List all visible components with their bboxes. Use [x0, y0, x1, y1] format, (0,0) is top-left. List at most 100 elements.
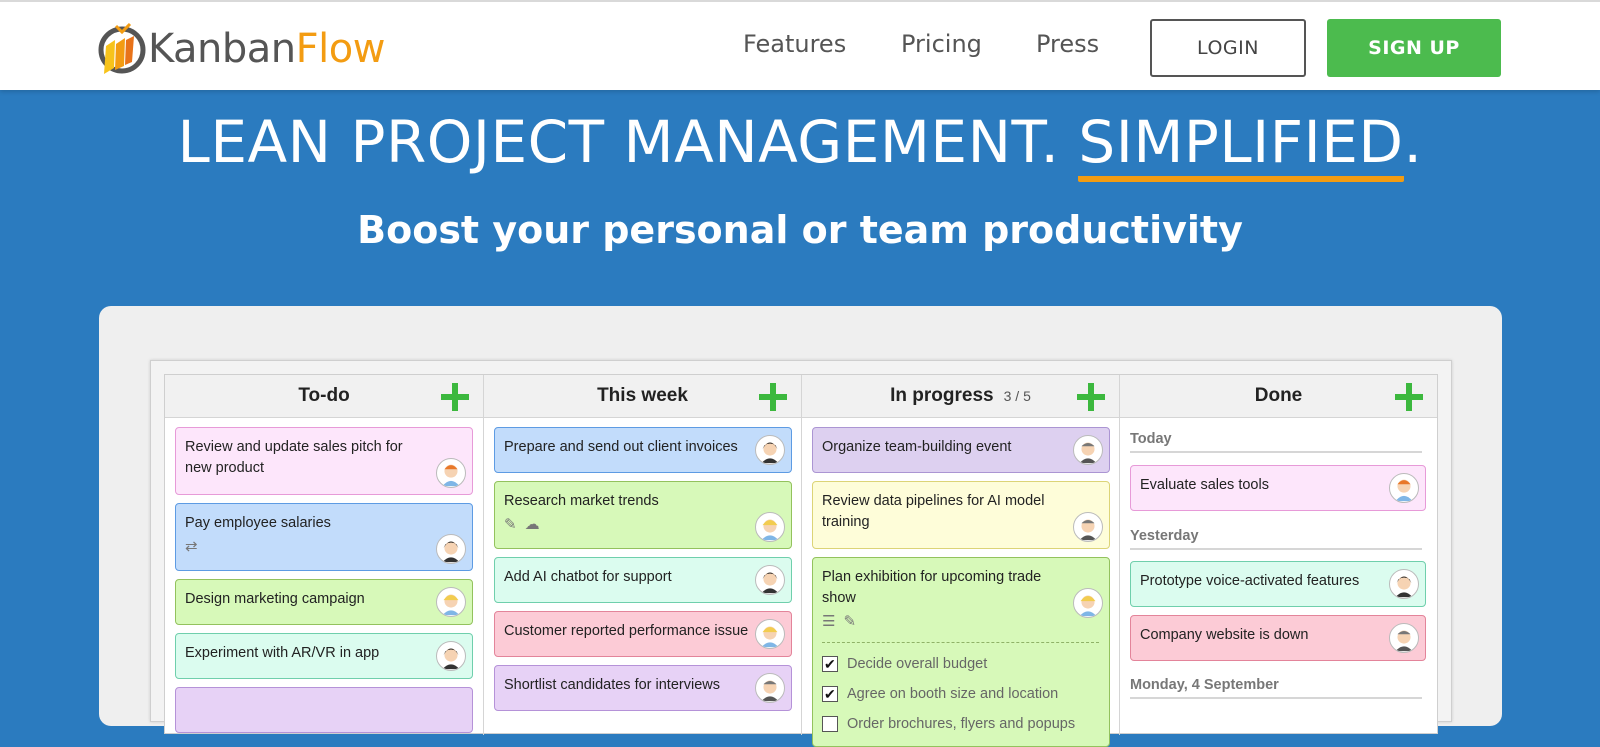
task-card[interactable]: Review and update sales pitch for new pr… — [175, 427, 473, 495]
avatar-icon — [1389, 623, 1419, 653]
task-card-partial[interactable] — [175, 687, 473, 733]
task-card-text: Research market trends — [504, 493, 659, 509]
task-card[interactable]: Company website is down — [1130, 615, 1426, 661]
task-card-text: Prepare and send out client invoices — [504, 439, 738, 455]
subtask-list: Decide overall budget Agree on booth siz… — [822, 642, 1099, 739]
attachment-icon: ✎ — [504, 516, 517, 533]
column-done: Done Today Evaluate sales tools Yesterda… — [1119, 375, 1437, 735]
task-card[interactable]: Pay employee salaries ⇄ — [175, 503, 473, 571]
date-group-label: Yesterday — [1130, 528, 1422, 550]
avatar-icon — [1389, 473, 1419, 503]
subtask-item[interactable]: Agree on booth size and location — [822, 679, 1099, 709]
repeat-icon: ⇄ — [185, 538, 198, 555]
avatar-icon — [436, 641, 466, 671]
column-title: To-do — [298, 385, 350, 406]
subtask-label: Order brochures, flyers and popups — [847, 715, 1076, 732]
subtask-checkbox[interactable] — [822, 684, 838, 705]
signup-button[interactable]: SIGN UP — [1327, 19, 1501, 77]
subtask-item[interactable]: Order brochures, flyers and popups — [822, 709, 1099, 739]
subtask-label: Agree on booth size and location — [847, 685, 1059, 702]
avatar-icon — [436, 458, 466, 488]
avatar-icon — [1389, 569, 1419, 599]
date-group-label: Monday, 4 September — [1130, 677, 1422, 699]
hero-title-period: . — [1403, 108, 1423, 176]
login-button[interactable]: LOGIN — [1150, 19, 1306, 77]
task-card[interactable]: Customer reported performance issue — [494, 611, 792, 657]
task-card[interactable]: Shortlist candidates for interviews — [494, 665, 792, 711]
task-card[interactable]: Research market trends ✎ ☁ — [494, 481, 792, 549]
avatar-icon — [755, 619, 785, 649]
kanbanflow-logo[interactable]: KanbanFlow — [98, 16, 385, 78]
top-navigation-bar: KanbanFlow Features Pricing Press LOGIN … — [0, 0, 1600, 90]
task-card-text: Design marketing campaign — [185, 591, 365, 607]
logo-mark-icon — [98, 22, 146, 74]
column-title: This week — [597, 385, 688, 406]
avatar-icon — [436, 534, 466, 564]
task-icons: ✎ ☁ — [504, 514, 751, 535]
date-group-label: Today — [1130, 431, 1422, 453]
column-in-progress: In progress 3 / 5 Organize team-building… — [801, 375, 1119, 747]
avatar-icon — [1073, 588, 1103, 618]
task-card-text: Pay employee salaries — [185, 515, 331, 531]
subtask-checkbox[interactable] — [822, 716, 838, 732]
task-card-text: Experiment with AR/VR in app — [185, 645, 380, 661]
task-card-text: Review and update sales pitch for new pr… — [185, 439, 403, 476]
task-card-text: Evaluate sales tools — [1140, 477, 1269, 493]
avatar-icon — [755, 512, 785, 542]
column-todo: To-do Review and update sales pitch for … — [165, 375, 483, 735]
avatar-icon — [1073, 435, 1103, 465]
task-card-text: Plan exhibition for upcoming trade show — [822, 569, 1042, 606]
add-task-icon[interactable] — [759, 383, 787, 411]
nav-press-link[interactable]: Press — [1036, 30, 1099, 58]
task-card[interactable]: Add AI chatbot for support — [494, 557, 792, 603]
kanban-board-frame: To-do Review and update sales pitch for … — [150, 360, 1452, 747]
subtask-item[interactable]: Decide overall budget — [822, 649, 1099, 679]
task-card[interactable]: Review data pipelines for AI model train… — [812, 481, 1110, 549]
attachment-icon: ✎ — [843, 613, 857, 630]
task-card[interactable]: Prototype voice-activated features — [1130, 561, 1426, 607]
task-icons: ☰ ✎ — [822, 611, 1069, 632]
logo-wordmark: KanbanFlow — [148, 26, 385, 72]
column-title: In progress — [890, 385, 994, 406]
task-card[interactable]: Evaluate sales tools — [1130, 465, 1426, 511]
task-card-with-subtasks[interactable]: Plan exhibition for upcoming trade show … — [812, 557, 1110, 747]
task-card-text: Company website is down — [1140, 627, 1309, 643]
avatar-icon — [755, 673, 785, 703]
nav-pricing-link[interactable]: Pricing — [901, 30, 982, 58]
task-card-text: Customer reported performance issue — [504, 623, 749, 639]
subtask-checkbox[interactable] — [822, 654, 838, 675]
task-card[interactable]: Design marketing campaign — [175, 579, 473, 625]
avatar-icon — [436, 587, 466, 617]
wip-limit: 3 / 5 — [1003, 388, 1031, 404]
kanban-board: To-do Review and update sales pitch for … — [164, 374, 1438, 747]
task-card-text: Shortlist candidates for interviews — [504, 677, 720, 693]
column-header: In progress 3 / 5 — [802, 375, 1119, 418]
add-task-icon[interactable] — [441, 383, 469, 411]
column-header: To-do — [165, 375, 483, 418]
task-icons: ⇄ — [185, 536, 432, 557]
column-this-week: This week Prepare and send out client in… — [483, 375, 801, 735]
hero-subtitle: Boost your personal or team productivity — [357, 208, 1243, 252]
logo-text-flow: Flow — [295, 26, 386, 72]
task-card-text: Review data pipelines for AI model train… — [822, 493, 1045, 530]
nav-features-link[interactable]: Features — [743, 30, 846, 58]
avatar-icon — [755, 565, 785, 595]
checklist-icon: ☰ — [822, 613, 836, 630]
avatar-icon — [755, 435, 785, 465]
hero-title-highlight: SIMPLIFIED — [1078, 108, 1404, 182]
logo-text-kanban: Kanban — [148, 26, 296, 72]
task-card-text: Add AI chatbot for support — [504, 569, 672, 585]
task-card-text: Prototype voice-activated features — [1140, 573, 1360, 589]
comment-icon: ☁ — [524, 516, 540, 533]
hero-title-main: LEAN PROJECT MANAGEMENT. — [177, 108, 1079, 176]
task-card[interactable]: Organize team-building event — [812, 427, 1110, 473]
subtask-label: Decide overall budget — [847, 655, 988, 672]
hero-title: LEAN PROJECT MANAGEMENT. SIMPLIFIED. — [0, 108, 1600, 182]
add-task-icon[interactable] — [1077, 383, 1105, 411]
column-title: Done — [1254, 385, 1303, 406]
add-task-icon[interactable] — [1395, 383, 1423, 411]
column-header: This week — [484, 375, 801, 418]
task-card[interactable]: Prepare and send out client invoices — [494, 427, 792, 473]
task-card[interactable]: Experiment with AR/VR in app — [175, 633, 473, 679]
avatar-icon — [1073, 512, 1103, 542]
